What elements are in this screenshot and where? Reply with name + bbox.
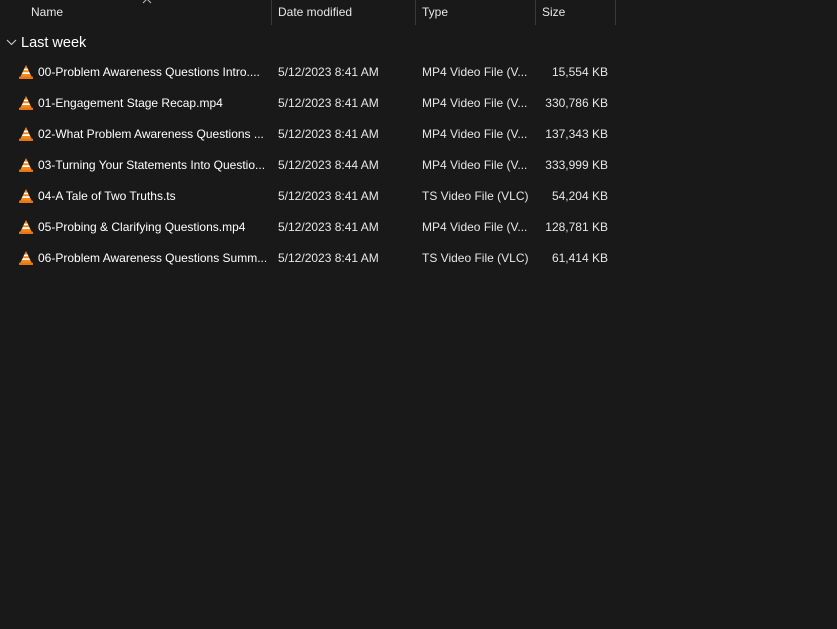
file-name: 04-A Tale of Two Truths.ts bbox=[38, 189, 176, 203]
file-date-modified: 5/12/2023 8:41 AM bbox=[278, 251, 379, 265]
column-header: Name Date modified Type Size bbox=[0, 0, 837, 25]
file-type: TS Video File (VLC) bbox=[422, 189, 529, 203]
vlc-cone-icon bbox=[19, 127, 33, 141]
group-label: Last week bbox=[21, 35, 87, 51]
file-size: 128,781 KB bbox=[545, 220, 608, 234]
file-row[interactable]: 00-Problem Awareness Questions Intro....… bbox=[0, 57, 620, 88]
file-type: TS Video File (VLC) bbox=[422, 251, 529, 265]
file-name: 00-Problem Awareness Questions Intro.... bbox=[38, 65, 260, 79]
column-divider[interactable] bbox=[415, 0, 416, 25]
file-size: 330,786 KB bbox=[545, 96, 608, 110]
file-row[interactable]: 02-What Problem Awareness Questions ... … bbox=[0, 119, 620, 150]
group-header-last-week[interactable]: Last week bbox=[0, 33, 400, 55]
file-type: MP4 Video File (V... bbox=[422, 65, 528, 79]
file-name: 05-Probing & Clarifying Questions.mp4 bbox=[38, 220, 246, 234]
file-date-modified: 5/12/2023 8:41 AM bbox=[278, 220, 379, 234]
file-row[interactable]: 05-Probing & Clarifying Questions.mp4 5/… bbox=[0, 212, 620, 243]
file-size: 61,414 KB bbox=[551, 251, 608, 265]
file-size: 54,204 KB bbox=[551, 189, 608, 203]
file-date-modified: 5/12/2023 8:41 AM bbox=[278, 65, 379, 79]
file-name: 03-Turning Your Statements Into Questio.… bbox=[38, 158, 266, 172]
file-size: 15,554 KB bbox=[551, 65, 608, 79]
file-name: 01-Engagement Stage Recap.mp4 bbox=[38, 96, 223, 110]
file-date-modified: 5/12/2023 8:41 AM bbox=[278, 127, 379, 141]
vlc-cone-icon bbox=[19, 65, 33, 79]
file-date-modified: 5/12/2023 8:41 AM bbox=[278, 189, 379, 203]
file-row[interactable]: 04-A Tale of Two Truths.ts 5/12/2023 8:4… bbox=[0, 181, 620, 212]
file-type: MP4 Video File (V... bbox=[422, 220, 528, 234]
vlc-cone-icon bbox=[19, 96, 33, 110]
vlc-cone-icon bbox=[19, 220, 33, 234]
file-type: MP4 Video File (V... bbox=[422, 96, 528, 110]
size-column-header[interactable]: Size bbox=[542, 0, 612, 25]
file-size: 137,343 KB bbox=[545, 127, 608, 141]
file-type: MP4 Video File (V... bbox=[422, 127, 528, 141]
name-column-header[interactable]: Name bbox=[31, 0, 269, 25]
file-row[interactable]: 06-Problem Awareness Questions Summ... 5… bbox=[0, 243, 620, 274]
size-column-label: Size bbox=[542, 5, 566, 19]
chevron-down-icon[interactable] bbox=[6, 38, 17, 46]
file-date-modified: 5/12/2023 8:41 AM bbox=[278, 96, 379, 110]
file-name: 06-Problem Awareness Questions Summ... bbox=[38, 251, 266, 265]
name-column-label: Name bbox=[31, 5, 64, 19]
file-size: 333,999 KB bbox=[545, 158, 608, 172]
vlc-cone-icon bbox=[19, 158, 33, 172]
vlc-cone-icon bbox=[19, 251, 33, 265]
file-row[interactable]: 03-Turning Your Statements Into Questio.… bbox=[0, 150, 620, 181]
file-type: MP4 Video File (V... bbox=[422, 158, 528, 172]
date-column-header[interactable]: Date modified bbox=[278, 0, 413, 25]
type-column-label: Type bbox=[422, 5, 449, 19]
file-row[interactable]: 01-Engagement Stage Recap.mp4 5/12/2023 … bbox=[0, 88, 620, 119]
date-column-label: Date modified bbox=[278, 5, 353, 19]
file-date-modified: 5/12/2023 8:44 AM bbox=[278, 158, 379, 172]
column-divider[interactable] bbox=[535, 0, 536, 25]
file-name: 02-What Problem Awareness Questions ... bbox=[38, 127, 264, 141]
column-divider[interactable] bbox=[271, 0, 272, 25]
vlc-cone-icon bbox=[19, 189, 33, 203]
type-column-header[interactable]: Type bbox=[422, 0, 532, 25]
column-divider[interactable] bbox=[615, 0, 616, 25]
